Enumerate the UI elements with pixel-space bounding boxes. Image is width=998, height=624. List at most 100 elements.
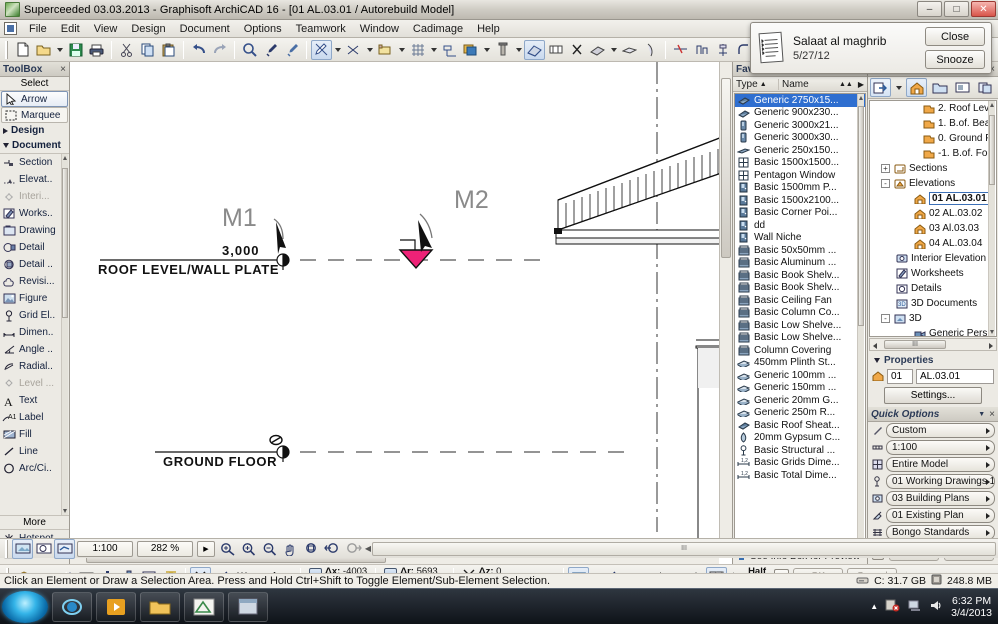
canvas-vertical-scrollbar[interactable] bbox=[719, 62, 732, 551]
paste-icon[interactable] bbox=[158, 40, 179, 60]
redo-icon[interactable] bbox=[209, 40, 230, 60]
favorites-list-item[interactable]: Basic Book Shelv... bbox=[735, 282, 865, 295]
toolbox-item-revision[interactable]: Revisi... bbox=[0, 273, 69, 290]
rebuild-icon[interactable] bbox=[54, 539, 75, 559]
layout-book-icon[interactable] bbox=[952, 78, 973, 97]
publisher-sets-icon[interactable] bbox=[975, 78, 996, 97]
roof-tool-dropdown[interactable] bbox=[608, 40, 619, 60]
close-button[interactable]: ✕ bbox=[971, 1, 996, 17]
eyedropper-icon[interactable] bbox=[260, 40, 281, 60]
toolbox-item-interior-elevation[interactable]: Interi... bbox=[0, 188, 69, 205]
toolbox-item-angle-dimension[interactable]: Angle .. bbox=[0, 341, 69, 358]
favorites-list-item[interactable]: Basic Structural ... bbox=[735, 444, 865, 457]
favorites-list-item[interactable]: Generic 3000x21... bbox=[735, 119, 865, 132]
network-icon[interactable] bbox=[907, 599, 922, 615]
expand-icon[interactable]: + bbox=[881, 164, 890, 173]
open-file-dropdown[interactable] bbox=[54, 40, 65, 60]
favorites-list-item[interactable]: Basic Low Shelve... bbox=[735, 319, 865, 332]
toolbox-item-grid-element[interactable]: Grid El.. bbox=[0, 307, 69, 324]
toolbar-grip[interactable] bbox=[5, 540, 9, 558]
line-weight-dropdown[interactable] bbox=[364, 40, 375, 60]
scroll-down-icon[interactable] bbox=[63, 509, 67, 513]
toolbox-item-elevation[interactable]: Elevat.. bbox=[0, 171, 69, 188]
scroll-left-icon[interactable] bbox=[873, 343, 877, 349]
3d-view-icon[interactable] bbox=[12, 539, 33, 559]
collapse-icon[interactable]: - bbox=[881, 314, 890, 323]
reminder-close-button[interactable]: Close bbox=[925, 27, 985, 46]
drawing-scale-selector[interactable]: 1:100 bbox=[77, 541, 133, 557]
adjust-icon[interactable] bbox=[691, 40, 712, 60]
toolbox-item-detail[interactable]: Detail bbox=[0, 239, 69, 256]
slab-tool-icon[interactable] bbox=[619, 40, 640, 60]
zoom-in-icon[interactable] bbox=[238, 539, 259, 559]
favorites-list-item[interactable]: Basic 50x50mm ... bbox=[735, 244, 865, 257]
media-player-icon[interactable] bbox=[96, 592, 136, 622]
favorites-list-item[interactable]: Generic 900x230... bbox=[735, 107, 865, 120]
column-dropdown[interactable] bbox=[513, 40, 524, 60]
zoom-fit-icon[interactable] bbox=[217, 539, 238, 559]
fit-in-window-icon[interactable] bbox=[301, 539, 322, 559]
layer-dropdown[interactable] bbox=[396, 40, 407, 60]
favorites-list-item[interactable]: Generic 250m R... bbox=[735, 407, 865, 420]
toolbox-item-level-dimension[interactable]: Level ... bbox=[0, 375, 69, 392]
quick-option-select[interactable]: Custom bbox=[886, 423, 995, 438]
toolbox-item-text[interactable]: A Text bbox=[0, 392, 69, 409]
reminder-snooze-button[interactable]: Snooze bbox=[925, 50, 985, 69]
trim-icon[interactable] bbox=[670, 40, 691, 60]
quick-option-select[interactable]: 1:100 bbox=[886, 440, 995, 455]
favorites-list-item[interactable]: Column Covering bbox=[735, 344, 865, 357]
favorites-list-item[interactable]: dd bbox=[735, 219, 865, 232]
save-icon[interactable] bbox=[65, 40, 86, 60]
favorites-menu-icon[interactable]: ▶ bbox=[858, 80, 864, 89]
toolbox-item-label[interactable]: A1 Label bbox=[0, 409, 69, 426]
quick-option-select[interactable]: 03 Building Plans bbox=[886, 491, 995, 506]
menu-item-view[interactable]: View bbox=[87, 21, 125, 37]
toolbox-group-design[interactable]: Design bbox=[0, 123, 69, 138]
toolbox-item-dimension[interactable]: Dimen.. bbox=[0, 324, 69, 341]
favorites-list-item[interactable]: Pentagon Window bbox=[735, 169, 865, 182]
favorites-list-item[interactable]: Generic 100mm ... bbox=[735, 369, 865, 382]
collapse-icon[interactable]: - bbox=[881, 179, 890, 188]
scroll-thumb[interactable] bbox=[989, 115, 995, 185]
toolbox-item-marquee[interactable]: Marquee bbox=[1, 107, 68, 123]
menu-item-file[interactable]: File bbox=[22, 21, 54, 37]
favorites-list[interactable]: Generic 2750x15...Generic 900x230...Gene… bbox=[734, 93, 866, 547]
toolbox-group-document[interactable]: Document bbox=[0, 138, 69, 153]
find-select-icon[interactable] bbox=[239, 40, 260, 60]
navigator-tree-item[interactable]: -3D bbox=[870, 311, 996, 326]
menu-item-cadimage[interactable]: Cadimage bbox=[406, 21, 470, 37]
navigator-tree-item[interactable]: +Sections bbox=[870, 161, 996, 176]
toolbox-item-figure[interactable]: Figure bbox=[0, 290, 69, 307]
layer-box-icon[interactable] bbox=[375, 40, 396, 60]
tab-scroll-track[interactable]: III bbox=[372, 542, 996, 556]
favorites-list-item[interactable]: Basic Aluminum ... bbox=[735, 257, 865, 270]
drawing-canvas[interactable]: 3,000 ROOF LEVEL/WALL PLATE M1 M2 GROUND bbox=[70, 62, 733, 564]
line-weight-icon[interactable] bbox=[343, 40, 364, 60]
navigate-prev-icon[interactable]: ◀ bbox=[364, 544, 372, 553]
cut-icon[interactable] bbox=[116, 40, 137, 60]
favorites-list-item[interactable]: Generic 250x150... bbox=[735, 144, 865, 157]
pan-icon[interactable] bbox=[280, 539, 301, 559]
undo-icon[interactable] bbox=[188, 40, 209, 60]
zoom-percent-display[interactable]: 282 % bbox=[137, 541, 193, 557]
archicad-icon[interactable] bbox=[184, 592, 224, 622]
quick-options-close-icon[interactable]: × bbox=[989, 409, 995, 420]
snap-grid-dropdown[interactable] bbox=[428, 40, 439, 60]
navigator-tree-item[interactable]: 3D3D Documents bbox=[870, 296, 996, 311]
new-file-icon[interactable] bbox=[12, 40, 33, 60]
scroll-thumb[interactable] bbox=[721, 78, 731, 258]
menu-item-options[interactable]: Options bbox=[237, 21, 289, 37]
view-map-icon[interactable] bbox=[929, 78, 950, 97]
chevron-down-icon[interactable]: ▼ bbox=[978, 411, 985, 418]
minimize-button[interactable]: – bbox=[917, 1, 942, 17]
favorites-list-item[interactable]: Generic 3000x30... bbox=[735, 132, 865, 145]
navigator-tree-item[interactable]: 0. Ground Fl bbox=[870, 131, 996, 146]
toolbox-item-fill[interactable]: Fill bbox=[0, 426, 69, 443]
zoom-next-icon[interactable] bbox=[343, 539, 364, 559]
quick-option-select[interactable]: 01 Existing Plan bbox=[886, 508, 995, 523]
navigator-tree-item[interactable]: Details bbox=[870, 281, 996, 296]
project-map-icon[interactable] bbox=[906, 78, 927, 97]
start-orb-icon[interactable] bbox=[2, 591, 48, 623]
scroll-thumb[interactable] bbox=[858, 106, 864, 326]
favorites-list-item[interactable]: Basic Ceiling Fan bbox=[735, 294, 865, 307]
